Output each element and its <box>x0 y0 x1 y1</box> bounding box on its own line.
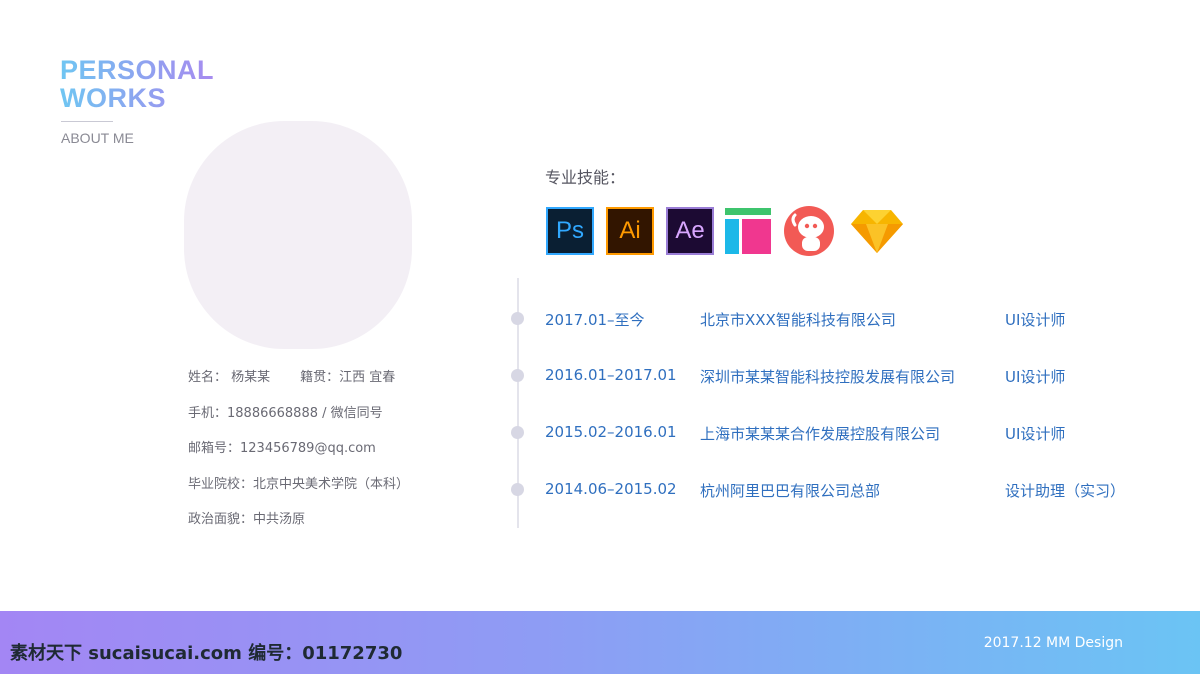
title-divider <box>61 121 113 122</box>
illustrator-icon-label: Ai <box>619 217 641 244</box>
profile-row-name: 姓名： 杨某某 籍贯：江西 宜春 <box>188 368 409 404</box>
timeline-company: 上海市某某某合作发展控股有限公司 <box>700 425 941 443</box>
footer-bar: 素材天下 sucaisucai.com 编号：01172730 2017.12 … <box>0 611 1200 674</box>
timeline-company: 北京市XXX智能科技有限公司 <box>700 311 896 329</box>
profile-phone: 手机：18886668888 / 微信同号 <box>188 405 383 421</box>
timeline-role: UI设计师 <box>1005 368 1066 386</box>
skills-label: 专业技能： <box>545 168 626 187</box>
timeline-company: 深圳市某某智能科技控股发展有限公司 <box>700 368 956 386</box>
timeline-dot <box>511 312 524 325</box>
footer-credit: 2017.12 MM Design <box>983 635 1123 651</box>
profile-info: 姓名： 杨某某 籍贯：江西 宜春 手机：18886668888 / 微信同号 邮箱… <box>188 368 409 546</box>
profile-name: 姓名： 杨某某 <box>188 370 271 385</box>
timeline-dot <box>511 483 524 496</box>
photoshop-icon-label: Ps <box>555 217 584 244</box>
profile-politics: 政治面貌：中共汤原 <box>188 512 306 527</box>
mascot-app-icon <box>784 206 834 256</box>
timeline-period: 2015.02–2016.01 <box>545 423 677 441</box>
avatar <box>184 121 412 349</box>
title-line-works: WORKS <box>60 83 166 113</box>
illustrator-icon: Ai <box>606 207 654 255</box>
timeline-period: 2017.01–至今 <box>545 311 645 329</box>
profile-email: 邮箱号：123456789@qq.com <box>188 441 376 456</box>
timeline-dot <box>511 426 524 439</box>
timeline-dot <box>511 369 524 382</box>
timeline-company: 杭州阿里巴巴有限公司总部 <box>700 482 881 500</box>
profile-school: 毕业院校：北京中央美术学院（本科） <box>188 476 410 492</box>
timeline-role: 设计助理（实习） <box>1005 482 1126 500</box>
profile-hometown: 籍贯：江西 宜春 <box>300 370 396 385</box>
sketch-icon <box>850 207 903 255</box>
about-me-subtitle: ABOUT ME <box>61 130 134 146</box>
photoshop-icon: Ps <box>546 207 594 255</box>
axure-icon <box>724 207 772 255</box>
timeline-period: 2016.01–2017.01 <box>545 366 677 384</box>
title-line-personal: PERSONAL <box>60 55 215 85</box>
timeline-role: UI设计师 <box>1005 311 1066 329</box>
timeline-role: UI设计师 <box>1005 425 1066 443</box>
after-effects-icon: Ae <box>666 207 714 255</box>
timeline-period: 2014.06–2015.02 <box>545 480 677 498</box>
page-title: PERSONAL WORKS <box>60 56 214 112</box>
after-effects-icon-label: Ae <box>675 217 705 244</box>
watermark-text: 素材天下 sucaisucai.com 编号：01172730 <box>10 643 403 664</box>
